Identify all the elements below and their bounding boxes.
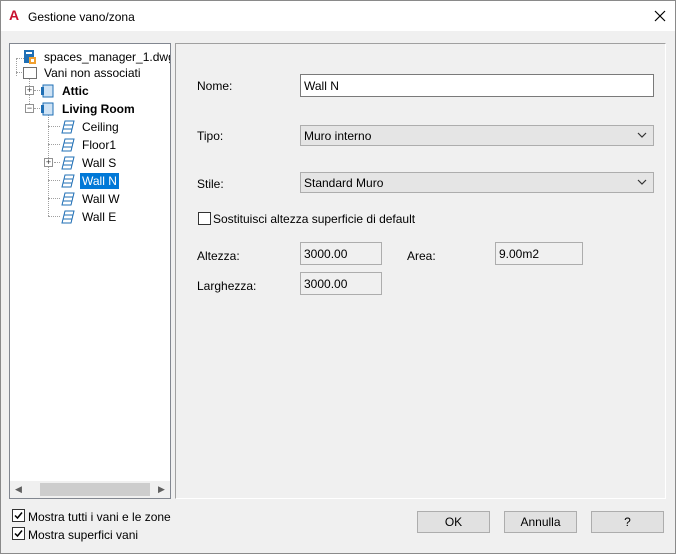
tree-item-wall-w[interactable]: Wall W: [60, 190, 122, 208]
space-tree[interactable]: spaces_manager_1.dwg Vani non associati …: [9, 43, 171, 499]
chevron-down-icon: [637, 179, 647, 185]
type-label: Tipo:: [197, 129, 224, 143]
area-field: 9.00m2: [495, 242, 583, 265]
checkmark-icon: [14, 512, 23, 520]
tree-item-wall-n[interactable]: Wall N: [60, 172, 119, 190]
folder-icon: [23, 67, 37, 79]
show-surfaces-checkbox[interactable]: [12, 527, 25, 540]
chevron-down-icon: [637, 132, 647, 138]
tree-item-label-selected: Wall N: [80, 173, 119, 189]
scroll-left-icon[interactable]: ◀: [10, 481, 27, 498]
checkmark-icon: [14, 530, 23, 538]
width-field: 3000.00: [300, 272, 382, 295]
space-icon: [41, 84, 54, 98]
scrollbar-thumb[interactable]: [40, 483, 150, 496]
tree-item-label: Living Room: [62, 102, 135, 116]
cancel-button[interactable]: Annulla: [504, 511, 577, 533]
type-select-value: Muro interno: [304, 129, 372, 143]
properties-panel: Nome: Wall N Tipo: Muro interno Stile: S…: [175, 43, 666, 499]
scroll-right-icon[interactable]: ▶: [153, 481, 170, 498]
surface-icon: [61, 156, 75, 170]
tree-content: spaces_manager_1.dwg Vani non associati …: [10, 44, 170, 482]
tree-item-living-room[interactable]: Living Room: [40, 100, 137, 118]
dialog-window: A Gestione vano/zona spaces_manager_1.dw…: [0, 0, 676, 554]
horizontal-scrollbar[interactable]: ◀ ▶: [10, 481, 170, 498]
expand-attic-toggle[interactable]: +: [25, 86, 34, 95]
override-height-checkbox[interactable]: [198, 212, 211, 225]
tree-item-label: Attic: [62, 84, 89, 98]
tree-item-label: spaces_manager_1.dwg: [44, 50, 170, 64]
name-label: Nome:: [197, 79, 232, 93]
show-all-spaces-label: Mostra tutti i vani e le zone: [28, 510, 171, 524]
window-title: Gestione vano/zona: [28, 10, 135, 24]
style-select-value: Standard Muro: [304, 176, 384, 190]
height-field: 3000.00: [300, 242, 382, 265]
ok-button[interactable]: OK: [417, 511, 490, 533]
name-field[interactable]: Wall N: [300, 74, 654, 97]
tree-item-label: Ceiling: [82, 120, 119, 134]
name-label-text: Nome:: [197, 79, 233, 93]
tree-item-wall-s[interactable]: Wall S: [60, 154, 118, 172]
close-icon: [654, 10, 666, 22]
tree-item-unassociated[interactable]: Vani non associati: [22, 64, 143, 82]
width-label: Larghezza:: [197, 279, 257, 293]
type-select[interactable]: Muro interno: [300, 125, 654, 146]
surface-icon: [61, 174, 75, 188]
dwg-file-icon: [24, 50, 36, 64]
tree-item-wall-e[interactable]: Wall E: [60, 208, 118, 226]
tree-item-label: Wall S: [82, 156, 117, 170]
tree-item-label: Floor1: [82, 138, 117, 152]
style-label: Stile:: [197, 177, 224, 191]
show-surfaces-label: Mostra superfici vani: [28, 528, 139, 542]
tree-item-label: Wall E: [82, 210, 117, 224]
expand-wall-s-toggle[interactable]: +: [44, 158, 53, 167]
tree-item-attic[interactable]: Attic: [40, 82, 91, 100]
help-button[interactable]: ?: [591, 511, 664, 533]
tree-item-floor1[interactable]: Floor1: [60, 136, 118, 154]
surface-icon: [61, 192, 75, 206]
collapse-living-room-toggle[interactable]: −: [25, 104, 34, 113]
surface-icon: [61, 120, 75, 134]
title-bar: A Gestione vano/zona: [1, 1, 675, 31]
autocad-icon: A: [9, 7, 20, 23]
area-label: Area:: [407, 249, 436, 263]
show-all-spaces-checkbox[interactable]: [12, 509, 25, 522]
surface-icon: [61, 138, 75, 152]
close-button[interactable]: [645, 1, 675, 31]
space-icon: [41, 102, 54, 116]
height-label: Altezza:: [197, 249, 240, 263]
tree-item-ceiling[interactable]: Ceiling: [60, 118, 121, 136]
surface-icon: [61, 210, 75, 224]
tree-item-label: Vani non associati: [44, 66, 141, 80]
tree-item-label: Wall W: [82, 192, 120, 206]
override-height-label: Sostituisci altezza superficie di defaul…: [213, 212, 416, 226]
style-select[interactable]: Standard Muro: [300, 172, 654, 193]
